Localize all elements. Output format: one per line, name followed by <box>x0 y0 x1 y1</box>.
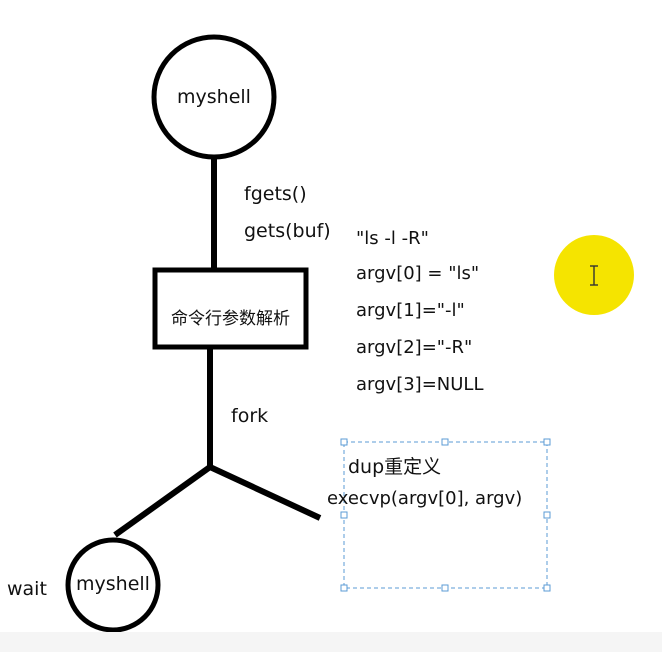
argv-line-2: argv[2]="-R" <box>356 337 473 358</box>
child-node-label: myshell <box>76 573 150 595</box>
argv-line-1: argv[1]="-l" <box>356 300 465 321</box>
diagram-drawing <box>65 34 634 633</box>
fgets-label: fgets() <box>244 183 307 205</box>
fork-branch-right <box>208 464 322 521</box>
execvp-label: execvp(argv[0], argv) <box>327 488 523 509</box>
diagram-canvas: myshell 命令行参数解析 myshell fgets() gets(buf… <box>0 0 662 652</box>
argv-line-0: argv[0] = "ls" <box>356 263 480 284</box>
command-string: "ls -l -R" <box>356 228 429 249</box>
top-node-label: myshell <box>177 86 251 108</box>
argv-line-3: argv[3]=NULL <box>356 374 484 395</box>
dup-label: dup重定义 <box>348 456 442 478</box>
fork-branch-left <box>113 464 212 538</box>
fork-label: fork <box>231 405 269 427</box>
parser-box-label: 命令行参数解析 <box>171 309 290 329</box>
bottom-strip <box>0 632 662 652</box>
gets-label: gets(buf) <box>244 220 331 242</box>
wait-label: wait <box>7 578 47 600</box>
